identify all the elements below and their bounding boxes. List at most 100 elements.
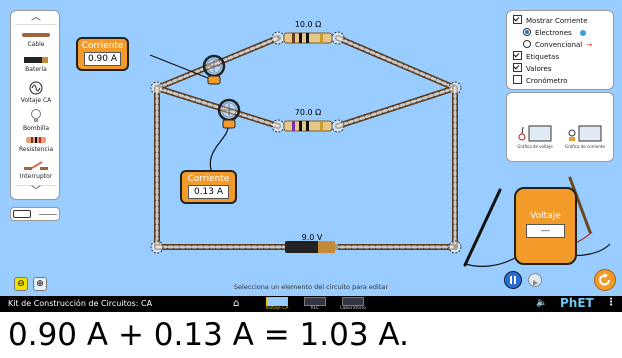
wire-icon — [22, 33, 50, 37]
view-type-toggle[interactable] — [10, 207, 60, 221]
values-checkbox[interactable] — [513, 63, 522, 72]
electron-icon — [579, 30, 586, 36]
app-title: Kit de Construcción de Circuitos: CA — [8, 299, 153, 308]
ammeter-probe-top[interactable] — [149, 54, 226, 85]
wire-segment[interactable] — [154, 85, 281, 129]
zoom-in-icon: ⊕ — [36, 279, 44, 289]
bulb-icon — [31, 109, 41, 122]
labels-option[interactable]: Etiquetas — [513, 51, 607, 63]
electrons-radio[interactable] — [523, 28, 531, 36]
toolbox-item-battery[interactable]: Batería — [11, 56, 59, 73]
toolbox-item-label: Resistencia — [19, 146, 53, 153]
home-icon[interactable]: ⌂ — [233, 298, 239, 309]
voltmeter-reading: --- — [526, 224, 565, 238]
toolbox-item-resistor[interactable]: Resistencia — [11, 136, 59, 153]
show-current-checkbox[interactable] — [513, 15, 522, 24]
junction-vertex[interactable] — [150, 81, 164, 95]
sound-icon[interactable]: 🔈 — [536, 298, 547, 308]
junction-vertex[interactable] — [331, 119, 345, 133]
conventional-radio[interactable] — [523, 40, 531, 48]
toolbox-item-label: Voltaje CA — [20, 97, 52, 104]
show-current-option[interactable]: Mostrar Corriente — [513, 15, 607, 27]
junction-vertex[interactable] — [448, 81, 462, 95]
voltmeter-title: Voltaje — [530, 211, 561, 221]
voltmeter[interactable]: Voltaje --- — [514, 187, 577, 265]
resistor-middle-label: 70.0 Ω — [294, 108, 322, 117]
junction-vertex[interactable] — [271, 31, 285, 45]
junction-vertex[interactable] — [150, 240, 164, 254]
lifelike-view-icon[interactable] — [13, 210, 31, 218]
current-chart-tool[interactable]: Gráfica de corriente — [563, 123, 607, 149]
labels-label: Etiquetas — [526, 53, 559, 61]
values-label: Valores — [526, 65, 552, 73]
show-current-label: Mostrar Corriente — [526, 17, 588, 25]
sensor-toolbox: Gráfica de voltaje Gráfica de corriente — [506, 92, 614, 162]
ammeter-title: Corriente — [81, 41, 124, 51]
voltage-chart-tool[interactable]: Gráfica de voltaje — [513, 123, 557, 149]
battery[interactable] — [285, 241, 338, 253]
ammeter-middle[interactable]: Corriente 0.13 A — [180, 170, 237, 204]
resistor-icon — [26, 137, 46, 143]
battery-icon — [24, 57, 48, 63]
laboratorio-thumbnail — [342, 297, 364, 306]
ammeter-reading: 0.90 A — [84, 52, 121, 66]
toolbox-item-label: Bombilla — [22, 125, 50, 132]
resistor-top[interactable] — [283, 32, 333, 44]
circuit-canvas[interactable]: 10.0 Ω 70.0 Ω 9.0 V Corriente 0.90 A Cor… — [0, 0, 622, 296]
step-forward-button[interactable] — [528, 273, 542, 287]
electrons-label: Electrones — [535, 29, 572, 37]
toolbox-item-label: Batería — [25, 66, 47, 73]
component-toolbox: ︿ Cable Batería Voltaje CA Bombilla Resi… — [10, 10, 60, 200]
conventional-option[interactable]: Convencional → — [513, 39, 607, 51]
stopwatch-option[interactable]: Cronómetro — [513, 75, 607, 87]
toolbox-item-ac-voltage[interactable]: Voltaje CA — [11, 81, 59, 104]
zoom-in-button[interactable]: ⊕ — [33, 277, 47, 291]
zoom-out-button[interactable]: ⊖ — [14, 277, 28, 291]
switch-icon — [24, 161, 48, 170]
reset-icon — [599, 273, 610, 286]
screen-tab-laboratorio[interactable]: Laboratorio — [340, 297, 366, 311]
labels-checkbox[interactable] — [513, 51, 522, 60]
reset-all-button[interactable] — [594, 269, 616, 291]
resistor-middle[interactable] — [283, 120, 333, 132]
screen-tab-label: RLC — [310, 306, 320, 311]
values-option[interactable]: Valores — [513, 63, 607, 75]
menu-icon[interactable]: ⋮ — [606, 297, 616, 308]
toolbox-item-label: Cable — [27, 41, 45, 48]
toolbox-scroll-up-button[interactable]: ︿ — [15, 12, 57, 25]
pause-button[interactable] — [504, 271, 522, 289]
toolbox-item-bulb[interactable]: Bombilla — [11, 109, 59, 132]
current-chart-icon — [568, 125, 602, 142]
display-options-panel: Mostrar Corriente Electrones Convenciona… — [506, 10, 614, 90]
stopwatch-checkbox[interactable] — [513, 75, 522, 84]
ammeter-probe-middle[interactable] — [209, 98, 241, 179]
toolbox-item-label: Interruptor — [19, 173, 53, 180]
screen-tab-label: Laboratorio — [340, 306, 366, 311]
stopwatch-label: Cronómetro — [526, 77, 568, 85]
toolbox-scroll-down-button[interactable]: ﹀ — [15, 185, 57, 198]
screen-tab-ac-voltage[interactable]: Voltaje CA — [264, 297, 290, 311]
simulation-app: 10.0 Ω 70.0 Ω 9.0 V Corriente 0.90 A Cor… — [0, 0, 622, 312]
phet-logo: PhET — [560, 296, 594, 310]
voltage-chart-label: Gráfica de voltaje — [517, 144, 553, 149]
voltmeter-black-probe[interactable] — [463, 188, 521, 267]
resistor-top-label: 10.0 Ω — [294, 20, 322, 29]
ac-voltage-thumbnail — [266, 297, 288, 306]
schematic-view-icon[interactable] — [39, 214, 57, 215]
screen-tab-rlc[interactable]: RLC — [302, 297, 328, 311]
toolbox-item-switch[interactable]: Interruptor — [11, 161, 59, 180]
electrons-option[interactable]: Electrones — [513, 27, 607, 39]
junction-vertex[interactable] — [271, 119, 285, 133]
battery-label: 9.0 V — [301, 233, 323, 242]
navigation-bar: Kit de Construcción de Circuitos: CA ⌂ V… — [0, 296, 622, 312]
junction-vertex[interactable] — [448, 240, 462, 254]
wire-segment[interactable] — [335, 85, 458, 129]
zoom-out-icon: ⊖ — [17, 279, 25, 289]
ac-voltage-icon — [29, 81, 43, 95]
ammeter-title: Corriente — [187, 174, 230, 184]
wire-segment[interactable] — [335, 35, 458, 91]
ammeter-top[interactable]: Corriente 0.90 A — [76, 37, 129, 71]
conventional-label: Convencional — [535, 41, 583, 49]
toolbox-item-wire[interactable]: Cable — [11, 31, 59, 48]
junction-vertex[interactable] — [331, 31, 345, 45]
